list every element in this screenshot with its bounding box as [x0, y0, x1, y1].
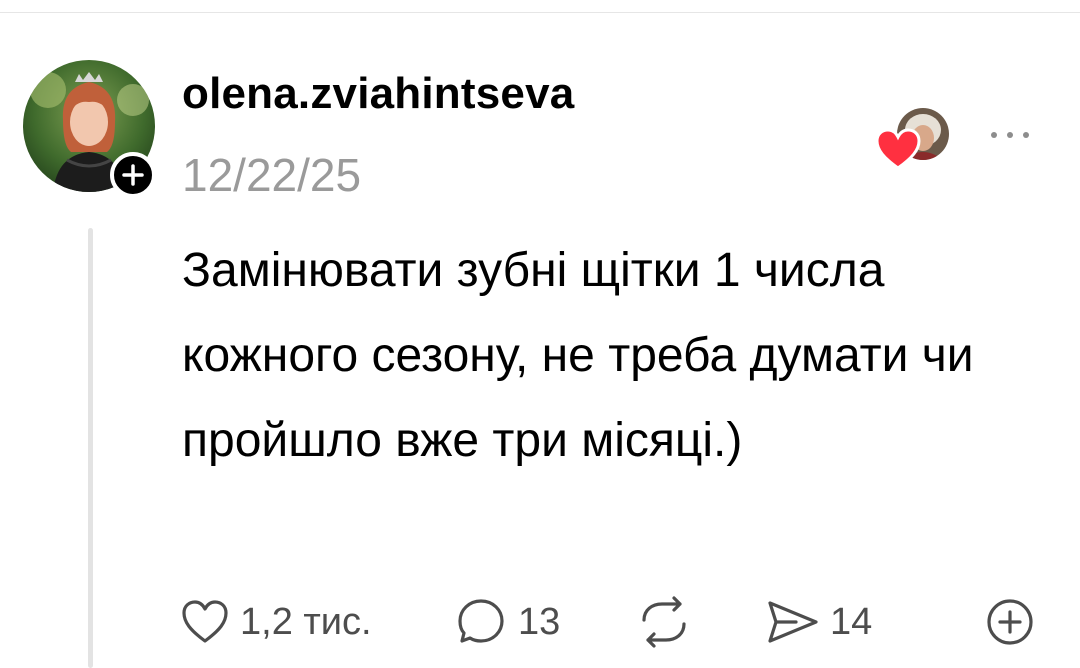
more-options-button[interactable]: [985, 122, 1035, 148]
top-divider: [0, 12, 1080, 13]
add-icon: [987, 599, 1033, 645]
heart-icon: [182, 600, 228, 643]
more-icon: [991, 132, 997, 138]
repost-button[interactable]: [636, 592, 692, 652]
share-count: 14: [830, 601, 873, 643]
comment-button[interactable]: 13: [456, 592, 560, 652]
plus-icon: [122, 164, 144, 186]
username[interactable]: olena.zviahintseva: [182, 68, 574, 120]
follow-button[interactable]: [110, 152, 156, 198]
add-button[interactable]: [984, 592, 1036, 652]
share-button[interactable]: 14: [766, 592, 872, 652]
like-button[interactable]: 1,2 тис.: [180, 592, 372, 652]
send-icon: [768, 601, 818, 643]
comment-icon: [458, 599, 504, 643]
repost-icon: [642, 596, 686, 648]
liker-heart-icon: [874, 128, 922, 172]
like-count: 1,2 тис.: [240, 601, 372, 643]
action-bar: 1,2 тис. 13 14: [0, 592, 1080, 652]
comment-count: 13: [518, 601, 561, 643]
post-date: 12/22/25: [182, 149, 362, 201]
post-text: Замінювати зубні щітки 1 числа кожного с…: [182, 244, 974, 467]
